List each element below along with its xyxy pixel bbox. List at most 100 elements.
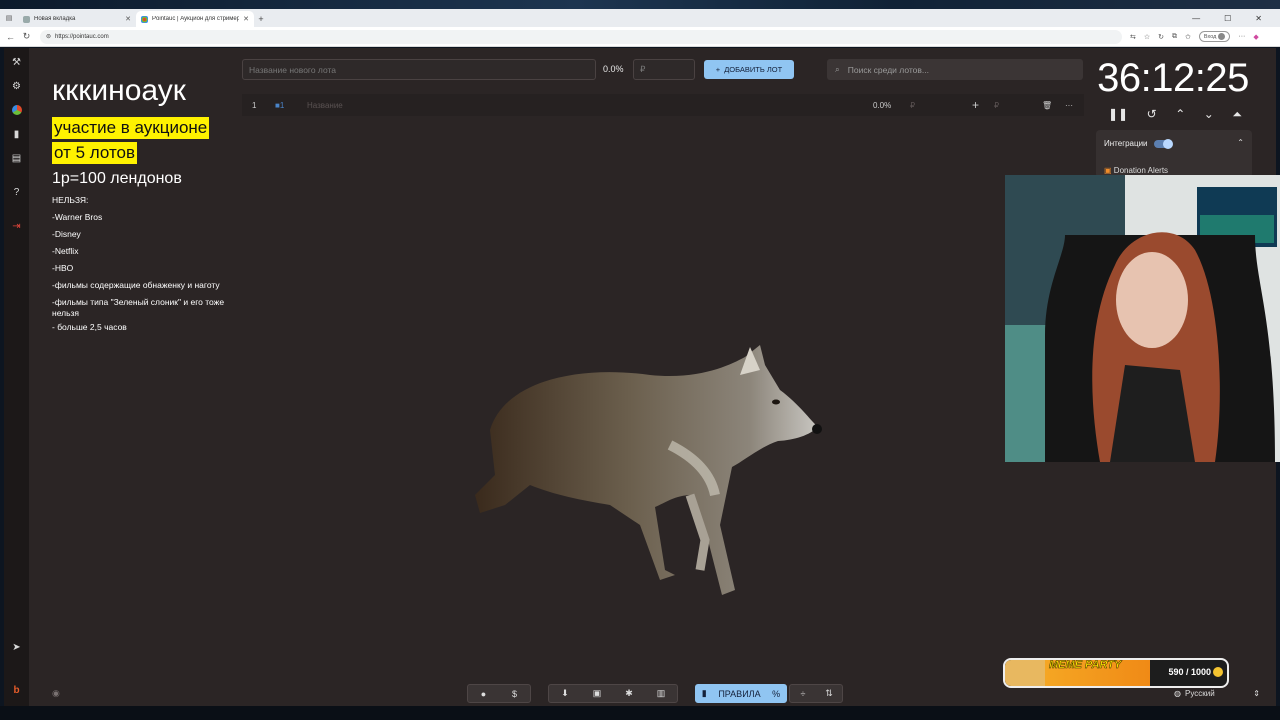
percent-icon[interactable]: %: [772, 689, 780, 699]
more-icon[interactable]: ···: [1065, 101, 1073, 110]
login-label: Вход: [1203, 33, 1217, 40]
gear-icon[interactable]: ⚙: [4, 81, 29, 92]
sidebar: ⚒ ⚙ ▮ ▤ ? ⇥ ➤ b: [4, 48, 29, 706]
lot-amount: ₽: [910, 100, 916, 110]
integration-name: Donation Alerts: [1113, 166, 1169, 175]
double-chevron-up-icon[interactable]: ⏶: [1232, 107, 1242, 122]
highlight-line: от 5 лотов: [52, 142, 138, 164]
lot-index: 1: [252, 100, 257, 110]
lot-name-input[interactable]: Название нового лота: [242, 59, 596, 80]
rules-notes: кккиноаук участие в аукционе от 5 лотов …: [52, 72, 242, 333]
help-icon[interactable]: ?: [4, 187, 29, 198]
table-row[interactable]: 1 ■1 Название 0.0% ₽ + ₽ 🗑 ···: [242, 94, 1084, 116]
minimize-icon[interactable]: —: [1192, 14, 1200, 23]
tab-actions-icon[interactable]: ▤: [0, 9, 18, 27]
forbidden-item: - больше 2,5 часов: [52, 322, 127, 332]
tab-title: Pointauc | Аукцион для стримера: [152, 16, 240, 22]
chevron-up-icon[interactable]: ⌃: [1175, 107, 1185, 121]
clear-icon[interactable]: ▥: [645, 688, 677, 699]
bug-icon[interactable]: ✱: [613, 688, 645, 699]
add-amount-icon[interactable]: +: [972, 98, 979, 112]
maximize-icon[interactable]: ☐: [1224, 14, 1231, 23]
telegram-icon[interactable]: ➤: [4, 642, 29, 653]
forbidden-item: -фильмы типа "Зеленый слоник" и его тоже…: [52, 297, 225, 318]
rules-label: ПРАВИЛА: [718, 688, 761, 699]
lot-id: ■1: [275, 100, 285, 110]
donation-alerts-icon: ▣: [1104, 166, 1112, 175]
page-icon: [23, 15, 30, 23]
tab-title: Новая вкладка: [34, 16, 76, 22]
back-icon[interactable]: ←: [5, 32, 16, 42]
login-button[interactable]: Вход: [1198, 31, 1231, 42]
trash-icon[interactable]: 🗑: [1042, 101, 1052, 110]
doge-avatar: [1005, 660, 1045, 686]
integration-item[interactable]: ▣ Donation Alerts: [1104, 166, 1168, 175]
close-icon[interactable]: ✕: [243, 15, 249, 23]
lot-percent: 0.0%: [873, 100, 892, 110]
forbidden-item: -Disney: [52, 229, 81, 239]
download-icon[interactable]: ⬇: [549, 688, 581, 699]
toolbar-group-files: ⬇ ▣ ✱ ▥: [548, 684, 678, 703]
refresh-icon[interactable]: ↻: [1158, 33, 1164, 41]
logout-icon[interactable]: ⇥: [4, 221, 29, 232]
sort-icon[interactable]: ⇅: [816, 688, 842, 699]
page-title: кккиноаук: [52, 74, 186, 107]
add-lot-button[interactable]: + ДОБАВИТЬ ЛОТ: [704, 60, 794, 79]
toolbar-group-sort: ÷ ⇅: [789, 684, 843, 703]
amount-input[interactable]: ₽: [633, 59, 695, 80]
github-icon[interactable]: ●: [468, 689, 499, 699]
reload-icon[interactable]: ↻: [21, 31, 32, 42]
more-icon[interactable]: ···: [1238, 33, 1245, 40]
rate-text: 1р=100 лендонов: [52, 170, 182, 187]
highlight-line: участие в аукционе: [52, 117, 210, 139]
close-icon[interactable]: ✕: [125, 15, 131, 23]
plus-icon: +: [715, 65, 721, 74]
chevron-down-icon[interactable]: ⌄: [1204, 107, 1214, 121]
new-tab-button[interactable]: +: [254, 11, 268, 27]
collapse-icon[interactable]: ⌃: [1237, 138, 1244, 147]
globe-icon: ◍: [1174, 688, 1181, 698]
language-select[interactable]: ◍ Русский ⇕: [1174, 686, 1260, 700]
webcam-overlay: [1005, 175, 1280, 462]
add-lot-label: ДОБАВИТЬ ЛОТ: [724, 65, 783, 74]
search-placeholder: Поиск среди лотов...: [847, 64, 929, 75]
pause-icon[interactable]: ❚❚: [1108, 107, 1128, 121]
tab-pointauc[interactable]: Pointauc | Аукцион для стримера ✕: [136, 11, 254, 27]
copilot-icon[interactable]: ◆: [1253, 33, 1258, 41]
split-icon[interactable]: ⧉: [1172, 33, 1177, 41]
favorites-icon[interactable]: ✩: [1185, 33, 1191, 41]
clipboard-icon[interactable]: ▤: [4, 153, 29, 164]
rules-button[interactable]: ▮ ПРАВИЛА %: [695, 684, 787, 703]
dollar-icon[interactable]: $: [499, 689, 530, 699]
pie-icon[interactable]: [4, 105, 29, 118]
integrations-toggle[interactable]: [1153, 138, 1173, 149]
url-field[interactable]: ⊜ https://pointauc.com: [40, 29, 1122, 44]
favorite-star-icon[interactable]: ☆: [1144, 33, 1150, 41]
integrations-header: Интеграции: [1104, 138, 1173, 149]
language-label: Русский: [1184, 688, 1215, 698]
search-input[interactable]: ⌕ Поиск среди лотов...: [827, 59, 1083, 80]
amount-input[interactable]: ₽: [994, 101, 999, 110]
tab-new[interactable]: Новая вкладка ✕: [18, 11, 136, 27]
eye-icon[interactable]: ◉: [52, 688, 60, 699]
translate-icon[interactable]: ⇆: [1130, 33, 1136, 41]
close-window-icon[interactable]: ✕: [1255, 14, 1262, 23]
toolbar-group-links: ● $: [467, 684, 531, 703]
split-icon[interactable]: ÷: [790, 689, 816, 699]
stats-icon[interactable]: ▮: [4, 129, 29, 140]
integrations-panel: Интеграции ⌃ ▣ Donation Alerts: [1096, 130, 1252, 178]
window-controls: — ☐ ✕: [1192, 9, 1262, 27]
gavel-icon[interactable]: ⚒: [4, 57, 29, 68]
wolf-image: [475, 345, 822, 595]
progress-text: 590 / 1000: [1168, 667, 1211, 677]
tab-bar: ▤ Новая вкладка ✕ Pointauc | Аукцион для…: [0, 9, 1280, 27]
browser-toolbar: ⇆ ☆ ↻ ⧉ ✩ Вход ··· ◆: [1130, 31, 1259, 42]
timer-controls: ❚❚ ↺ ⌃ ⌄ ⏶: [1100, 104, 1250, 124]
reset-icon[interactable]: ↺: [1147, 107, 1157, 121]
brand-icon[interactable]: b: [4, 685, 29, 696]
pointauc-favicon-icon: [141, 15, 148, 23]
timer-display: 36:12:25: [1097, 56, 1249, 100]
site-info-icon[interactable]: ⊜: [46, 33, 51, 40]
save-icon[interactable]: ▣: [581, 688, 613, 699]
lot-name-field[interactable]: Название: [307, 101, 343, 110]
